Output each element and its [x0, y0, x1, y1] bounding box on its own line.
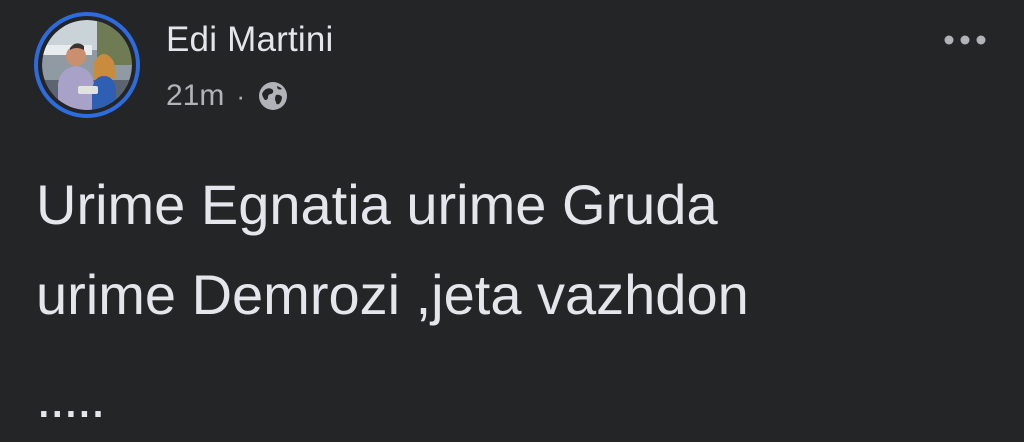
post-text-line-2: urime Demrozi ,jeta vazhdon — [36, 263, 749, 326]
post-text-ellipsis[interactable]: ..... — [36, 370, 106, 426]
avatar[interactable] — [34, 12, 140, 118]
post-timestamp[interactable]: 21m — [166, 79, 224, 113]
more-options-button[interactable] — [938, 22, 992, 58]
post-meta: 21m · — [166, 78, 289, 114]
post-text: Urime Egnatia urime Gruda urime Demrozi … — [36, 160, 1006, 340]
author-name[interactable]: Edi Martini — [166, 20, 334, 60]
globe-icon[interactable] — [257, 80, 289, 112]
post-text-line-1: Urime Egnatia urime Gruda — [36, 173, 718, 236]
post-card: Edi Martini 21m · Urime Egnatia urime Gr… — [0, 0, 1024, 442]
meta-separator: · — [236, 80, 246, 111]
more-horizontal-icon — [944, 35, 986, 45]
profile-photo — [42, 20, 132, 110]
